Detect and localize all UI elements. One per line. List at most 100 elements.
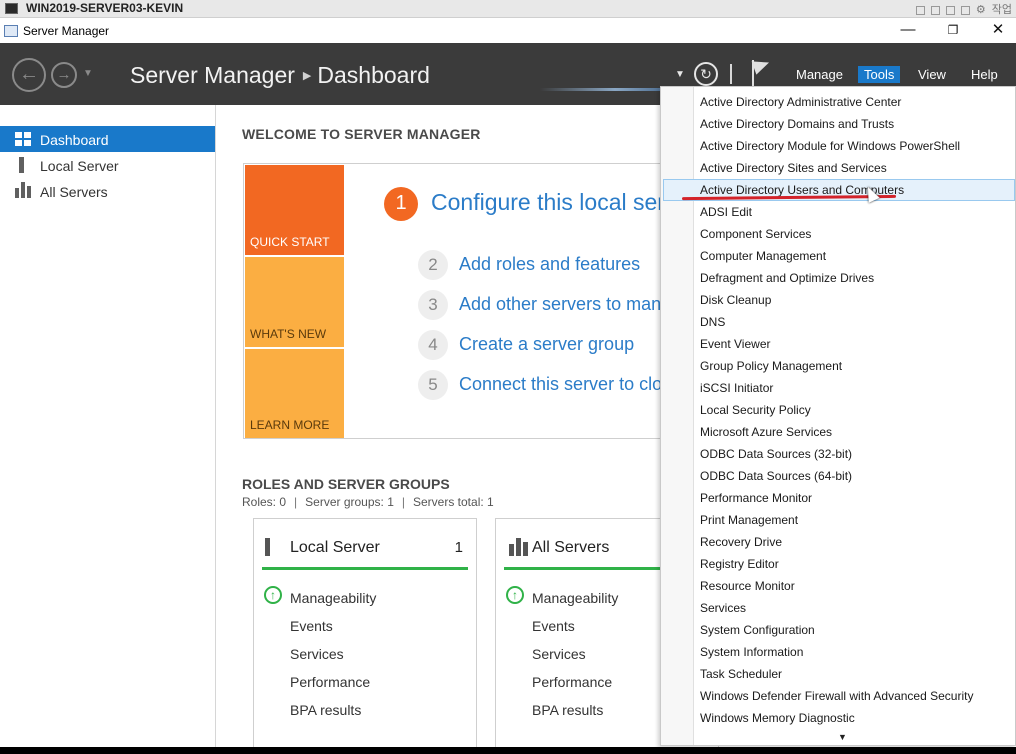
tools-menu-item[interactable]: Print Management: [663, 509, 1015, 531]
tools-menu-item[interactable]: Active Directory Module for Windows Powe…: [663, 135, 1015, 157]
card-row-performance[interactable]: Performance: [532, 674, 612, 690]
tools-menu-item-label: Resource Monitor: [700, 579, 795, 593]
tools-menu-item-label: ODBC Data Sources (64-bit): [700, 469, 853, 483]
tools-menu-item-label: Event Viewer: [700, 337, 771, 351]
server-manager-icon: [4, 25, 18, 37]
tools-menu-item[interactable]: Component Services: [663, 223, 1015, 245]
tools-menu-item[interactable]: Active Directory Administrative Center: [663, 91, 1015, 113]
tools-menu-item[interactable]: Windows Memory Diagnostic: [663, 707, 1015, 729]
sidebar-item-local-server[interactable]: Local Server: [0, 152, 215, 178]
tools-menu-item[interactable]: Active Directory Domains and Trusts: [663, 113, 1015, 135]
tools-menu-item[interactable]: Recovery Drive: [663, 531, 1015, 553]
card-row-events[interactable]: Events: [532, 618, 575, 634]
header-dropdown-icon[interactable]: ▼: [675, 69, 685, 80]
menu-glow-decoration: [540, 88, 665, 91]
tools-menu-item[interactable]: ODBC Data Sources (32-bit): [663, 443, 1015, 465]
forward-arrow-icon[interactable]: →: [51, 62, 77, 88]
tools-menu-item-label: Component Services: [700, 227, 812, 241]
vm-toolbar-icon[interactable]: [945, 6, 955, 15]
tools-menu-item[interactable]: Disk Cleanup: [663, 289, 1015, 311]
tools-menu-item[interactable]: System Information: [663, 641, 1015, 663]
tools-menu-item-label: Computer Management: [700, 249, 827, 263]
configure-local-server-link[interactable]: Configure this local ser: [431, 189, 665, 216]
sidebar-item-dashboard[interactable]: Dashboard: [0, 126, 215, 152]
gear-icon[interactable]: ⚙: [976, 3, 986, 16]
menu-help[interactable]: Help: [965, 66, 1004, 83]
connect-cloud-link[interactable]: Connect this server to clo: [459, 374, 662, 395]
vm-toolbar-icon[interactable]: [915, 6, 925, 15]
roles-heading: ROLES AND SERVER GROUPS: [242, 476, 450, 492]
back-arrow-icon[interactable]: ←: [12, 58, 46, 92]
vm-toolbar-icon[interactable]: [960, 6, 970, 15]
refresh-icon[interactable]: ↻: [694, 62, 718, 86]
card-row-manageability[interactable]: Manageability: [532, 590, 618, 606]
tools-menu-item[interactable]: Performance Monitor: [663, 487, 1015, 509]
menu-tools[interactable]: Tools: [858, 66, 901, 83]
tile-learn-more[interactable]: LEARN MORE: [245, 349, 344, 438]
close-button[interactable]: ✕: [975, 19, 1016, 43]
quick-start-panel: QUICK START WHAT'S NEW LEARN MORE 1 Conf…: [243, 163, 703, 439]
servers-icon: [509, 538, 528, 556]
window-title-bar: Server Manager — ❐ ✕: [0, 19, 1016, 43]
tools-menu-item-label: Local Security Policy: [700, 403, 811, 417]
tools-menu-item[interactable]: Computer Management: [663, 245, 1015, 267]
sidebar-item-label: Dashboard: [40, 132, 109, 148]
tools-menu-item[interactable]: Registry Editor: [663, 553, 1015, 575]
menu-manage[interactable]: Manage: [790, 66, 849, 83]
tools-menu-item[interactable]: Event Viewer: [663, 333, 1015, 355]
tools-menu-item[interactable]: Task Scheduler: [663, 663, 1015, 685]
tools-menu-item[interactable]: ADSI Edit: [663, 201, 1015, 223]
tools-menu-item[interactable]: ODBC Data Sources (64-bit): [663, 465, 1015, 487]
history-dropdown-icon[interactable]: ▼: [83, 68, 93, 79]
tools-menu-item-label: Performance Monitor: [700, 491, 813, 505]
tools-menu-item[interactable]: Group Policy Management: [663, 355, 1015, 377]
breadcrumb-app: Server Manager: [130, 62, 295, 88]
sidebar-item-label: Local Server: [40, 158, 119, 174]
tools-menu-item[interactable]: iSCSI Initiator: [663, 377, 1015, 399]
card-title[interactable]: Local Server: [290, 539, 380, 557]
restore-button[interactable]: ❐: [930, 19, 976, 43]
tile-whats-new[interactable]: WHAT'S NEW: [245, 257, 344, 347]
tools-menu-item[interactable]: Resource Monitor: [663, 575, 1015, 597]
step-number: 4: [418, 330, 448, 360]
menu-view[interactable]: View: [912, 66, 952, 83]
tools-menu-item[interactable]: Microsoft Azure Services: [663, 421, 1015, 443]
tools-menu-item[interactable]: System Configuration: [663, 619, 1015, 641]
tools-menu-item[interactable]: Local Security Policy: [663, 399, 1015, 421]
scroll-down-arrow-icon[interactable]: ▼: [838, 732, 847, 742]
tools-menu-item-label: Windows Defender Firewall with Advanced …: [700, 689, 974, 703]
card-row-services[interactable]: Services: [290, 646, 344, 662]
card-row-bpa[interactable]: BPA results: [290, 702, 361, 718]
create-server-group-link[interactable]: Create a server group: [459, 334, 634, 355]
tools-menu-item[interactable]: Active Directory Sites and Services: [663, 157, 1015, 179]
status-line: [262, 567, 468, 570]
sidebar-item-all-servers[interactable]: All Servers: [0, 178, 215, 204]
tile-quick-start[interactable]: QUICK START: [245, 165, 344, 255]
card-row-manageability[interactable]: Manageability: [290, 590, 376, 606]
vm-toolbar-icon[interactable]: [930, 6, 940, 15]
tools-menu-item-label: iSCSI Initiator: [700, 381, 774, 395]
tools-menu-item-label: Windows Memory Diagnostic: [700, 711, 855, 725]
tools-menu-item[interactable]: Defragment and Optimize Drives: [663, 267, 1015, 289]
tools-menu-item-label: Group Policy Management: [700, 359, 843, 373]
tools-menu-dropdown: Active Directory Administrative Center Ac…: [660, 86, 1016, 746]
card-row-events[interactable]: Events: [290, 618, 333, 634]
card-row-services[interactable]: Services: [532, 646, 586, 662]
server-icon: [265, 538, 270, 556]
status-ok-icon: ↑: [264, 586, 282, 604]
tools-menu-item-label: System Information: [700, 645, 804, 659]
tools-menu-item-label: Active Directory Administrative Center: [700, 95, 902, 109]
card-title[interactable]: All Servers: [532, 539, 609, 557]
tools-menu-item[interactable]: DNS: [663, 311, 1015, 333]
add-servers-link[interactable]: Add other servers to man: [459, 294, 661, 315]
server-icon: [19, 157, 24, 173]
tools-menu-item-label: System Configuration: [700, 623, 815, 637]
vm-action-label[interactable]: 작업: [992, 1, 1012, 17]
card-row-performance[interactable]: Performance: [290, 674, 370, 690]
minimize-button[interactable]: —: [885, 19, 931, 43]
tools-menu-item[interactable]: Services: [663, 597, 1015, 619]
add-roles-link[interactable]: Add roles and features: [459, 254, 640, 275]
tools-menu-item[interactable]: Windows Defender Firewall with Advanced …: [663, 685, 1015, 707]
notifications-flag-icon[interactable]: [751, 55, 772, 86]
card-row-bpa[interactable]: BPA results: [532, 702, 603, 718]
